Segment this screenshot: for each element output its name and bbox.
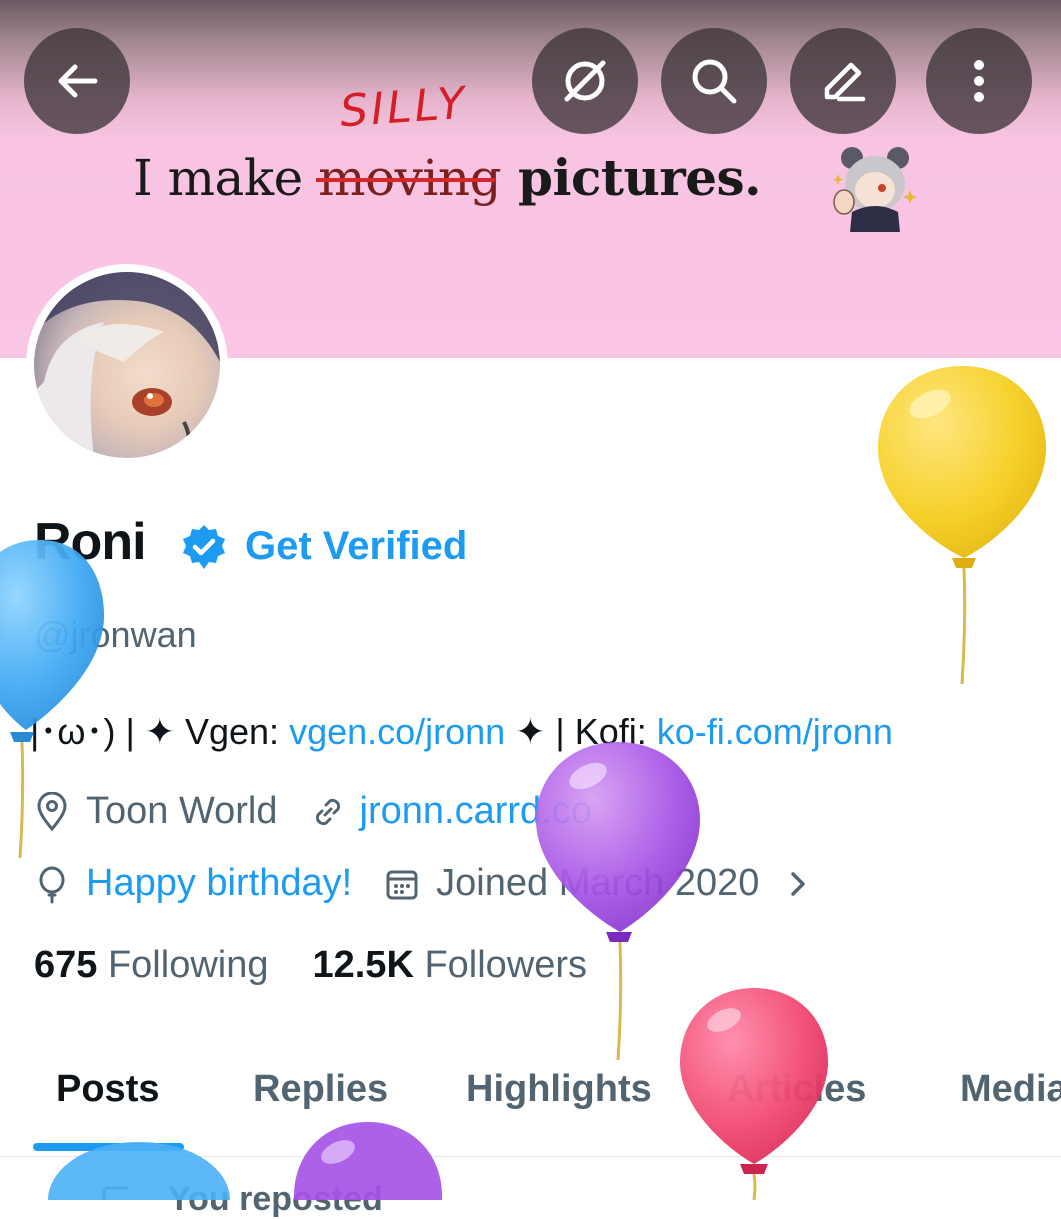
tab-media[interactable]: Media <box>960 1068 1061 1111</box>
tab-replies[interactable]: Replies <box>253 1068 388 1111</box>
banner-chibi-illustration <box>832 147 917 232</box>
blue-balloon-left <box>0 540 104 859</box>
edit-button[interactable] <box>790 28 896 134</box>
profile-location: Toon World <box>86 790 278 832</box>
pink-balloon <box>680 988 828 1200</box>
link-icon <box>315 798 340 825</box>
vgen-link[interactable]: vgen.co/jronn <box>289 711 505 752</box>
balloon-icon <box>39 865 65 903</box>
back-button[interactable] <box>24 28 130 134</box>
grok-button[interactable] <box>532 28 638 134</box>
slashed-circle-icon <box>564 60 606 102</box>
tab-highlights[interactable]: Highlights <box>466 1068 652 1111</box>
yellow-balloon <box>878 366 1046 685</box>
more-vertical-icon <box>974 60 984 102</box>
calendar-icon <box>386 870 418 899</box>
purple-balloon-bottom <box>294 1122 442 1200</box>
profile-meta-row-1: Toon World jronn.carrd.co <box>34 790 592 833</box>
chevron-right-icon[interactable] <box>785 866 813 902</box>
following-stat[interactable]: 675 Following <box>34 944 268 986</box>
banner-handwritten-note: SILLY <box>338 77 470 138</box>
tab-posts[interactable]: Posts <box>56 1068 159 1111</box>
blue-balloon-bottom <box>48 1142 230 1200</box>
banner-struck-word: moving <box>318 149 502 207</box>
verified-badge-icon[interactable] <box>180 523 228 571</box>
get-verified-link[interactable]: Get Verified <box>245 524 467 569</box>
search-button[interactable] <box>661 28 767 134</box>
profile-stats: 675 Following 12.5K Followers <box>34 944 587 987</box>
banner-tagline: I make moving pictures. <box>133 148 762 207</box>
avatar[interactable] <box>26 264 228 466</box>
arrow-left-icon <box>58 64 98 98</box>
pencil-icon <box>824 62 866 102</box>
birthday-text[interactable]: Happy birthday! <box>86 862 352 905</box>
more-button[interactable] <box>926 28 1032 134</box>
search-icon <box>692 59 737 104</box>
profile-bio: |･ω･) | ✦ Vgen: vgen.co/jronn ✦ | Kofi: … <box>30 711 893 752</box>
avatar-image <box>34 272 220 458</box>
